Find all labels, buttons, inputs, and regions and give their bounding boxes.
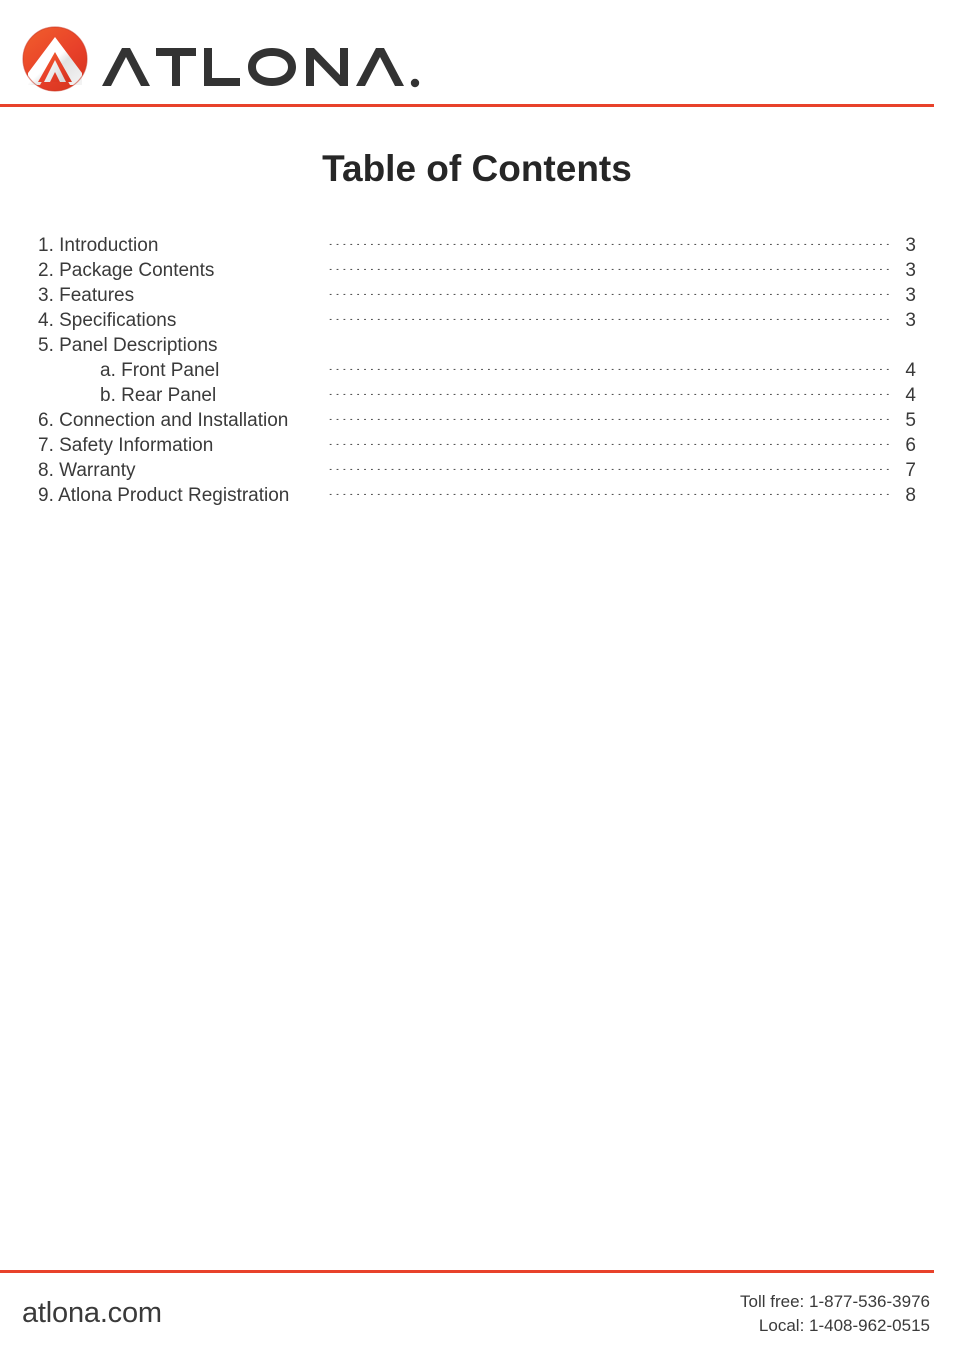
footer-toll-free: Toll free: 1-877-536-3976 bbox=[740, 1292, 930, 1311]
toc-leader: ........................................… bbox=[328, 226, 890, 251]
toc-entry-label: 1. Introduction bbox=[38, 235, 159, 256]
toc-entry-page: 5 bbox=[905, 410, 916, 431]
toc-entry[interactable]: 1. Introduction ........................… bbox=[38, 226, 916, 256]
page-footer: atlona.com Toll free: 1-877-536-3976 Loc… bbox=[0, 1273, 954, 1350]
footer-contact: Toll free: 1-877-536-3976 Local: 1-408-9… bbox=[740, 1290, 930, 1338]
toc-entry-label: 7. Safety Information bbox=[38, 435, 214, 456]
toc-leader-dots: ........................................… bbox=[328, 287, 890, 295]
toc-entry-page: 8 bbox=[905, 485, 916, 506]
toc-leader: ........................................… bbox=[328, 251, 890, 276]
toc-leader-dots: ........................................… bbox=[328, 262, 890, 270]
toc-entry-label: 5. Panel Descriptions bbox=[38, 335, 218, 356]
toc-entry-label: 9. Atlona Product Registration bbox=[38, 485, 290, 506]
toc-leader: ........................................… bbox=[328, 451, 890, 476]
toc-entry-page: 6 bbox=[905, 435, 916, 456]
toc-leader-dots: ........................................… bbox=[328, 237, 890, 245]
toc-entry-page: 4 bbox=[905, 360, 916, 381]
toc-entry-page: 3 bbox=[905, 235, 916, 256]
toc-entry-label: 2. Package Contents bbox=[38, 260, 215, 281]
atlona-chevron-circle-icon bbox=[22, 26, 88, 92]
atlona-wordmark bbox=[100, 26, 430, 92]
toc-leader: ........................................… bbox=[328, 301, 890, 326]
toc-entry-label: 8. Warranty bbox=[38, 460, 136, 481]
table-of-contents: 1. Introduction ........................… bbox=[38, 226, 916, 506]
toc-entry-label: a. Front Panel bbox=[100, 360, 220, 381]
toc-entry-label: 4. Specifications bbox=[38, 310, 177, 331]
toc-leader: ........................................… bbox=[328, 426, 890, 451]
toc-leader: ........................................… bbox=[328, 351, 890, 376]
toc-leader: ........................................… bbox=[328, 376, 890, 401]
toc-leader: ........................................… bbox=[328, 401, 890, 426]
atlona-logo[interactable] bbox=[22, 26, 430, 92]
toc-leader-dots: ........................................… bbox=[328, 412, 890, 420]
toc-leader-dots: ........................................… bbox=[328, 462, 890, 470]
toc-entry-label: b. Rear Panel bbox=[100, 385, 217, 406]
footer-local-phone: Local: 1-408-962-0515 bbox=[758, 1316, 930, 1335]
toc-entry-label: 6. Connection and Installation bbox=[38, 410, 289, 431]
toc-entry-label: 3. Features bbox=[38, 285, 135, 306]
toc-entry-page: 3 bbox=[905, 285, 916, 306]
page-title: Table of Contents bbox=[322, 148, 632, 189]
toc-leader-dots: ........................................… bbox=[328, 387, 890, 395]
toc-entry-page: 3 bbox=[905, 310, 916, 331]
toc-leader-dots: ........................................… bbox=[328, 437, 890, 445]
toc-leader: ........................................… bbox=[328, 326, 890, 351]
toc-leader-dots: ........................................… bbox=[328, 362, 890, 370]
toc-entry-page: 4 bbox=[905, 385, 916, 406]
toc-leader-dots: ........................................… bbox=[328, 312, 890, 320]
toc-leader: ........................................… bbox=[328, 276, 890, 301]
header-divider bbox=[0, 104, 934, 107]
toc-leader: ........................................… bbox=[328, 476, 890, 501]
toc-entry-page: 3 bbox=[905, 260, 916, 281]
page-header bbox=[0, 0, 954, 108]
toc-leader-dots: ........................................… bbox=[328, 487, 890, 495]
footer-website[interactable]: atlona.com bbox=[22, 1297, 162, 1330]
toc-entry-page: 7 bbox=[905, 460, 916, 481]
